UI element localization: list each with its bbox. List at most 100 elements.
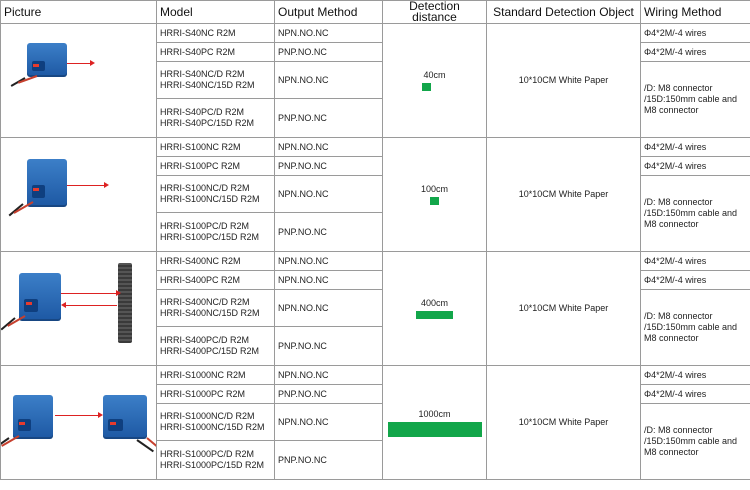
detection-distance-cell: 1000cm bbox=[382, 365, 487, 480]
wiring-method-cell: Φ4*2M/-4 wires bbox=[640, 23, 750, 43]
output-method-cell: NPN.NO.NC bbox=[274, 251, 383, 271]
wiring-method-cell: Φ4*2M/-4 wires bbox=[640, 156, 750, 176]
arrow-line-icon bbox=[55, 414, 99, 416]
model-cell: HRRI-S100NC R2M bbox=[156, 137, 275, 157]
header-output: Output Method bbox=[274, 0, 383, 24]
model-cell: HRRI-S1000PC/D R2M HRRI-S1000PC/15D R2M bbox=[156, 440, 275, 480]
detection-distance-bar bbox=[387, 421, 482, 437]
sensor-body-icon bbox=[27, 42, 67, 77]
through-beam-sensor-pair-icon bbox=[1, 367, 156, 479]
product-picture bbox=[0, 365, 157, 480]
sensor-label-icon bbox=[19, 421, 25, 425]
output-method-cell: NPN.NO.NC bbox=[274, 365, 383, 385]
detection-distance-label: 1000cm bbox=[418, 408, 451, 419]
arrow-line-icon bbox=[67, 62, 91, 64]
product-picture bbox=[0, 23, 157, 138]
arrow-right-icon bbox=[90, 59, 95, 66]
model-cell: HRRI-S40NC R2M bbox=[156, 23, 275, 43]
output-method-cell: PNP.NO.NC bbox=[274, 384, 383, 404]
table-row: HRRI-S40NC R2M NPN.NO.NC 40cm 10*10CM White… bbox=[0, 23, 750, 138]
wiring-method-cell: Φ4*2M/-4 wires bbox=[640, 251, 750, 271]
model-cell: HRRI-S100PC/D R2M HRRI-S100PC/15D R2M bbox=[156, 212, 275, 252]
arrow-line-icon bbox=[61, 292, 117, 294]
model-cell: HRRI-S400NC R2M bbox=[156, 251, 275, 271]
reflector-icon bbox=[118, 262, 132, 343]
output-method-cell: PNP.NO.NC bbox=[274, 326, 383, 366]
model-cell: HRRI-S1000NC R2M bbox=[156, 365, 275, 385]
output-method-cell: PNP.NO.NC bbox=[274, 212, 383, 252]
model-cell: HRRI-S1000PC R2M bbox=[156, 384, 275, 404]
output-method-cell: PNP.NO.NC bbox=[274, 98, 383, 138]
arrow-line-icon bbox=[65, 304, 117, 306]
header-model: Model bbox=[156, 0, 275, 24]
detection-object-cell: 10*10CM White Paper bbox=[486, 251, 641, 366]
detection-distance-label: 40cm bbox=[423, 70, 446, 80]
model-cell: HRRI-S400NC/D R2M HRRI-S400NC/15D R2M bbox=[156, 289, 275, 327]
output-method-cell: NPN.NO.NC bbox=[274, 175, 383, 213]
sensor-body-icon bbox=[103, 394, 147, 439]
table-row: HRRI-S400NC R2M NPN.NO.NC 400cm 10*10CM Whi… bbox=[0, 251, 750, 366]
sensor-body-icon bbox=[27, 158, 67, 207]
model-cell: HRRI-S400PC R2M bbox=[156, 270, 275, 290]
model-cell: HRRI-S1000NC/D R2M HRRI-S1000NC/15D R2M bbox=[156, 403, 275, 441]
wiring-method-cell: Φ4*2M/-4 wires bbox=[640, 42, 750, 62]
wiring-method-cell: Φ4*2M/-4 wires bbox=[640, 137, 750, 157]
header-object: Standard Detection Object bbox=[486, 0, 641, 24]
table-row: HRRI-S100NC R2M NPN.NO.NC 100cm 10*10CM Whi… bbox=[0, 137, 750, 252]
product-picture bbox=[0, 251, 157, 366]
sensor-lens-icon bbox=[17, 418, 32, 431]
arrow-right-icon bbox=[98, 411, 103, 418]
arrow-right-icon bbox=[116, 289, 121, 296]
wiring-method-cell: Φ4*2M/-4 wires bbox=[640, 384, 750, 404]
detection-distance-cell: 100cm bbox=[382, 137, 487, 252]
output-method-cell: NPN.NO.NC bbox=[274, 403, 383, 441]
photoelectric-sensor-icon bbox=[2, 25, 156, 137]
wiring-method-cell: Φ4*2M/-4 wires bbox=[640, 365, 750, 385]
arrow-right-icon bbox=[104, 181, 109, 188]
model-cell: HRRI-S400PC/D R2M HRRI-S400PC/15D R2M bbox=[156, 326, 275, 366]
header-picture: Picture bbox=[0, 0, 157, 24]
sensor-body-icon bbox=[19, 272, 61, 321]
output-method-cell: PNP.NO.NC bbox=[274, 156, 383, 176]
model-cell: HRRI-S100NC/D R2M HRRI-S100NC/15D R2M bbox=[156, 175, 275, 213]
detection-distance-bar bbox=[422, 83, 431, 91]
detection-object-cell: 10*10CM White Paper bbox=[486, 365, 641, 480]
model-cell: HRRI-S40PC/D R2M HRRI-S40PC/15D R2M bbox=[156, 98, 275, 138]
detection-distance-label: 100cm bbox=[420, 184, 448, 194]
wiring-method-cell: Φ4*2M/-4 wires bbox=[640, 270, 750, 290]
sensor-lens-icon bbox=[31, 184, 46, 199]
detection-distance-label: 400cm bbox=[420, 298, 448, 308]
sensor-label-icon bbox=[110, 421, 117, 425]
sensor-label-icon bbox=[25, 302, 32, 306]
arrow-left-icon bbox=[61, 301, 66, 308]
detection-distance-cell: 400cm bbox=[382, 251, 487, 366]
table-row: HRRI-S1000NC R2M NPN.NO.NC 1000cm 10*10CM W… bbox=[0, 365, 750, 480]
header-row: Picture Model Output Method Detection di… bbox=[0, 0, 750, 24]
output-method-cell: NPN.NO.NC bbox=[274, 137, 383, 157]
output-method-cell: NPN.NO.NC bbox=[274, 270, 383, 290]
sensor-lens-icon bbox=[24, 298, 39, 313]
wiring-method-cell: /D: M8 connector /15D:150mm cable and M8… bbox=[640, 403, 750, 480]
detection-object-cell: 10*10CM White Paper bbox=[486, 137, 641, 252]
sensor-body-icon bbox=[13, 394, 53, 439]
sensor-lens-icon bbox=[108, 418, 124, 431]
retro-reflective-sensor-icon bbox=[1, 253, 156, 365]
model-cell: HRRI-S40PC R2M bbox=[156, 42, 275, 62]
detection-object-cell: 10*10CM White Paper bbox=[486, 23, 641, 138]
header-distance: Detection distance bbox=[382, 0, 487, 24]
detection-distance-bar bbox=[429, 197, 440, 205]
output-method-cell: PNP.NO.NC bbox=[274, 42, 383, 62]
spec-table: Picture Model Output Method Detection di… bbox=[0, 0, 750, 480]
product-picture bbox=[0, 137, 157, 252]
output-method-cell: NPN.NO.NC bbox=[274, 289, 383, 327]
detection-distance-cell: 40cm bbox=[382, 23, 487, 138]
output-method-cell: NPN.NO.NC bbox=[274, 23, 383, 43]
wiring-method-cell: /D: M8 connector /15D:150mm cable and M8… bbox=[640, 175, 750, 252]
sensor-label-icon bbox=[33, 188, 39, 192]
sensor-label-icon bbox=[33, 63, 39, 67]
header-wiring: Wiring Method bbox=[640, 0, 750, 24]
output-method-cell: NPN.NO.NC bbox=[274, 61, 383, 99]
detection-distance-bar bbox=[415, 311, 454, 319]
arrow-line-icon bbox=[67, 184, 105, 186]
model-cell: HRRI-S100PC R2M bbox=[156, 156, 275, 176]
